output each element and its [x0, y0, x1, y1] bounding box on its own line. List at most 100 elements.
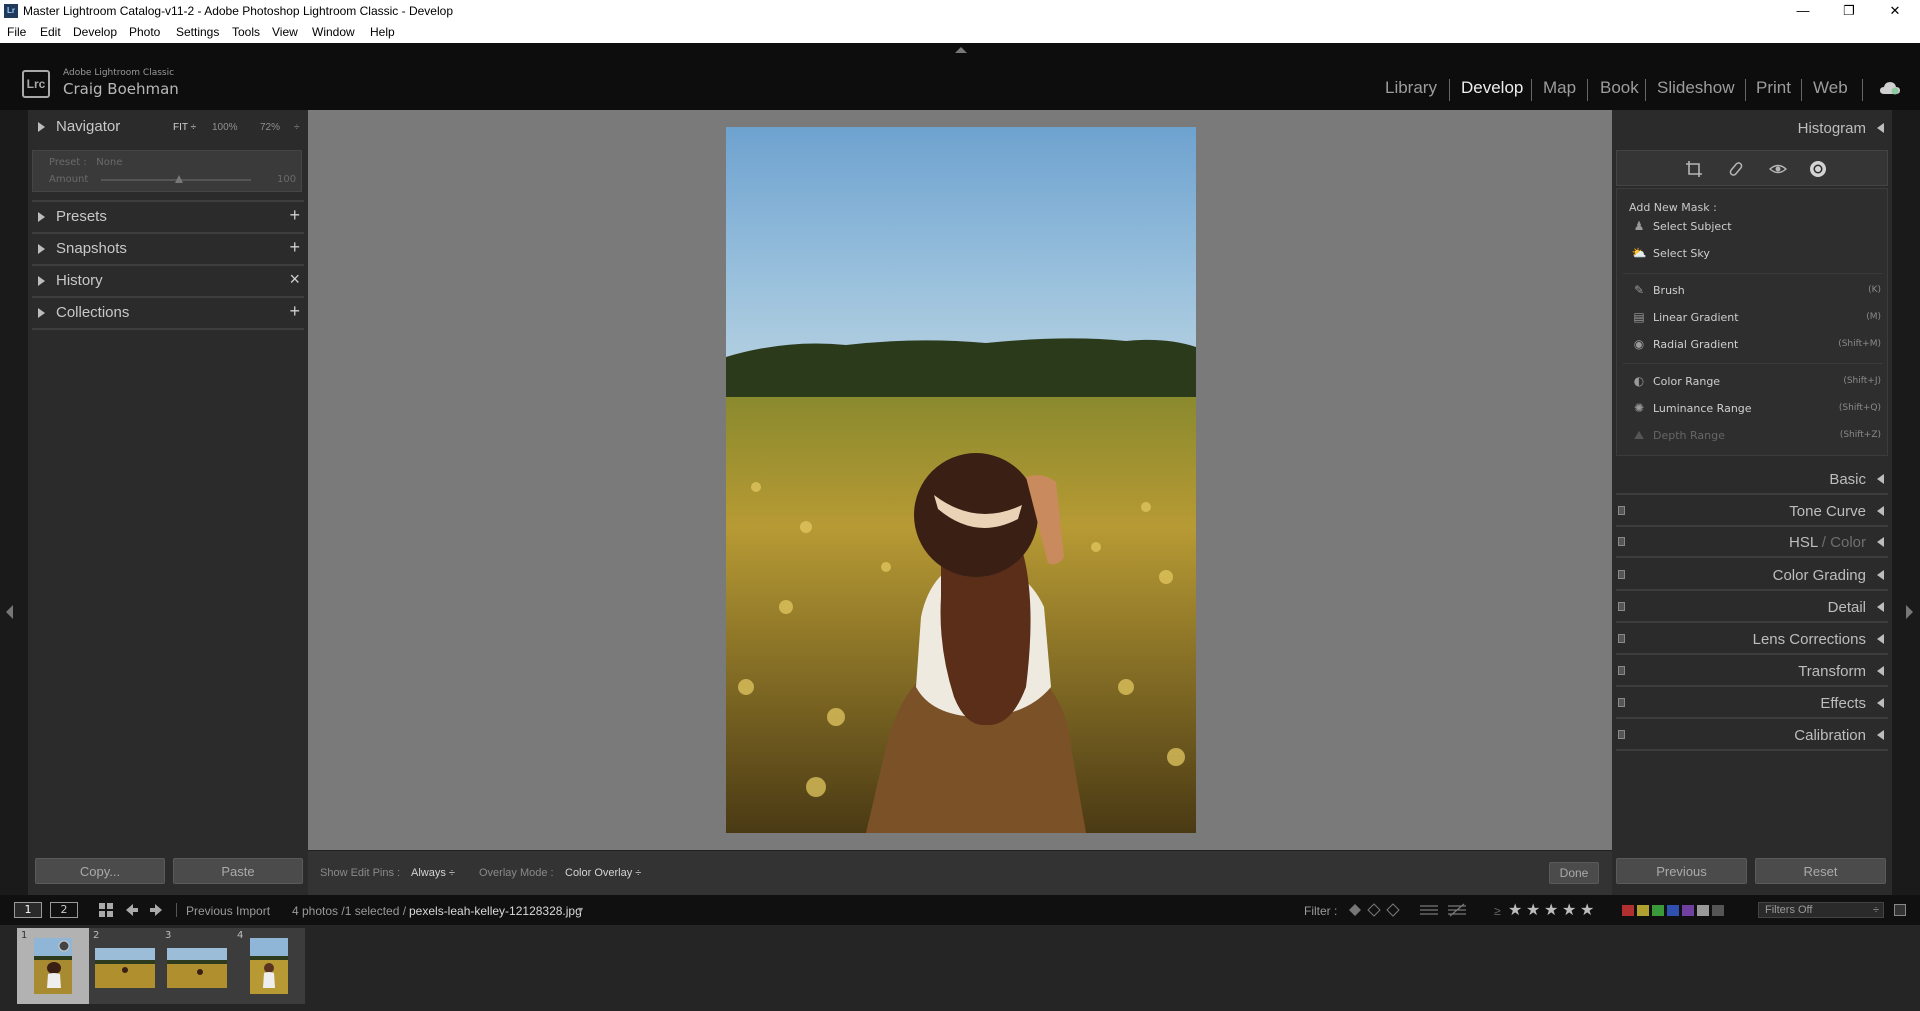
star-filter-4-icon[interactable]: ★ — [1562, 900, 1576, 919]
star-filter-1-icon[interactable]: ★ — [1508, 900, 1522, 919]
filename-dropdown-icon[interactable]: ▼ — [576, 905, 585, 915]
star-filter-2-icon[interactable]: ★ — [1526, 900, 1540, 919]
calibration-pane-header[interactable]: Calibration — [1612, 721, 1892, 749]
done-button[interactable]: Done — [1549, 862, 1599, 884]
flag-filter-icons[interactable] — [1348, 903, 1406, 917]
secondary-screen-button[interactable]: 2 — [50, 902, 78, 918]
pane-toggle-switch[interactable] — [1618, 602, 1625, 611]
module-book[interactable]: Book — [1600, 78, 1639, 98]
collapse-right-panel-arrow-icon[interactable] — [1906, 605, 1913, 619]
module-library[interactable]: Library — [1385, 78, 1437, 98]
menu-window[interactable]: Window — [312, 25, 355, 39]
main-photo-preview[interactable] — [726, 127, 1196, 833]
pane-toggle-switch[interactable] — [1618, 537, 1625, 546]
effects-pane-header[interactable]: Effects — [1612, 689, 1892, 717]
color-label-swatch[interactable] — [1652, 905, 1664, 916]
color-label-swatch[interactable] — [1682, 905, 1694, 916]
mask-luminance-range[interactable]: ✺ Luminance Range (Shift+Q) — [1631, 400, 1881, 418]
clear-history-icon[interactable]: × — [289, 269, 300, 290]
paste-settings-button[interactable]: Paste — [173, 858, 303, 884]
transform-pane-header[interactable]: Transform — [1612, 657, 1892, 685]
color-label-swatch[interactable] — [1697, 905, 1709, 916]
pane-toggle-switch[interactable] — [1618, 666, 1625, 675]
previous-button[interactable]: Previous — [1616, 858, 1747, 884]
maximize-button[interactable]: ❐ — [1826, 0, 1872, 22]
snapshots-header[interactable]: Snapshots + — [28, 234, 308, 264]
overlay-mode-select[interactable]: Color Overlay ÷ — [565, 867, 641, 879]
pane-toggle-switch[interactable] — [1618, 730, 1625, 739]
menu-settings[interactable]: Settings — [176, 25, 219, 39]
thumbnail-image[interactable] — [95, 948, 155, 988]
main-screen-button[interactable]: 1 — [14, 902, 42, 918]
menu-develop[interactable]: Develop — [73, 25, 117, 39]
grid-view-icon[interactable] — [99, 903, 113, 917]
module-develop[interactable]: Develop — [1461, 78, 1523, 98]
detail-pane-header[interactable]: Detail — [1612, 593, 1892, 621]
thumbnail-image[interactable] — [250, 938, 288, 994]
filmstrip-cell[interactable]: 2 — [89, 928, 161, 1004]
lens-corrections-pane-header[interactable]: Lens Corrections — [1612, 625, 1892, 653]
collapse-left-panel-arrow-icon[interactable] — [6, 605, 13, 619]
menu-edit[interactable]: Edit — [40, 25, 61, 39]
image-canvas[interactable] — [308, 110, 1612, 850]
menu-file[interactable]: File — [7, 25, 26, 39]
mask-select-subject[interactable]: ♟ Select Subject — [1631, 218, 1881, 236]
healing-tool-icon[interactable] — [1727, 160, 1745, 178]
module-print[interactable]: Print — [1756, 78, 1791, 98]
edit-filter-icons[interactable] — [1420, 903, 1468, 917]
show-edit-pins-select[interactable]: Always ÷ — [411, 867, 455, 879]
source-label[interactable]: Previous Import — [186, 904, 270, 918]
previous-photo-arrow-icon[interactable] — [125, 903, 139, 917]
color-label-swatch[interactable] — [1637, 905, 1649, 916]
minimize-button[interactable]: — — [1780, 0, 1826, 22]
module-slideshow[interactable]: Slideshow — [1657, 78, 1735, 98]
color-label-swatch[interactable] — [1712, 905, 1724, 916]
masking-tool-icon[interactable] — [1809, 160, 1827, 178]
color-label-swatch[interactable] — [1667, 905, 1679, 916]
mask-radial-gradient[interactable]: ◉ Radial Gradient (Shift+M) — [1631, 336, 1881, 354]
amount-slider-knob[interactable] — [175, 175, 183, 183]
menu-help[interactable]: Help — [370, 25, 395, 39]
filmstrip-cell[interactable]: 1 — [17, 928, 89, 1004]
filmstrip-lock-icon[interactable] — [1894, 904, 1906, 916]
mask-brush[interactable]: ✎ Brush (K) — [1631, 282, 1881, 300]
color-label-swatch[interactable] — [1622, 905, 1634, 916]
collapse-top-panel-arrow-icon[interactable] — [955, 47, 967, 53]
history-header[interactable]: History × — [28, 266, 308, 296]
next-photo-arrow-icon[interactable] — [149, 903, 163, 917]
basic-pane-header[interactable]: Basic — [1612, 465, 1892, 493]
module-map[interactable]: Map — [1543, 78, 1576, 98]
red-eye-tool-icon[interactable] — [1769, 160, 1787, 178]
hsl-color-pane-header[interactable]: HSL / Color — [1612, 528, 1892, 556]
mask-color-range[interactable]: ◐ Color Range (Shift+J) — [1631, 373, 1881, 391]
thumbnail-image[interactable] — [34, 938, 72, 994]
close-window-button[interactable]: ✕ — [1872, 0, 1918, 22]
pane-toggle-switch[interactable] — [1618, 570, 1625, 579]
tone-curve-pane-header[interactable]: Tone Curve — [1612, 497, 1892, 525]
pane-toggle-switch[interactable] — [1618, 698, 1625, 707]
rating-comparison-icon[interactable]: ≥ — [1494, 904, 1501, 918]
filmstrip-cell[interactable]: 4 — [233, 928, 305, 1004]
reset-button[interactable]: Reset — [1755, 858, 1886, 884]
cloud-sync-icon[interactable] — [1880, 81, 1900, 95]
mask-select-sky[interactable]: ⛅ Select Sky — [1631, 245, 1881, 263]
filter-preset-select[interactable]: Filters Off ÷ — [1758, 902, 1884, 918]
add-collection-icon[interactable]: + — [289, 301, 300, 322]
histogram-header[interactable]: Histogram — [1612, 114, 1892, 142]
thumbnail-image[interactable] — [167, 948, 227, 988]
module-web[interactable]: Web — [1813, 78, 1848, 98]
menu-view[interactable]: View — [272, 25, 298, 39]
zoom-72[interactable]: 72% — [260, 122, 280, 133]
copy-settings-button[interactable]: Copy... — [35, 858, 165, 884]
color-grading-pane-header[interactable]: Color Grading — [1612, 561, 1892, 589]
zoom-100[interactable]: 100% — [212, 122, 238, 133]
navigator-header[interactable]: Navigator FIT ÷ 100% 72% ÷ — [28, 112, 308, 142]
crop-tool-icon[interactable] — [1685, 160, 1703, 178]
add-snapshot-icon[interactable]: + — [289, 237, 300, 258]
presets-header[interactable]: Presets + — [28, 202, 308, 232]
menu-tools[interactable]: Tools — [232, 25, 260, 39]
color-tab[interactable]: / Color — [1818, 534, 1866, 551]
selected-filename[interactable]: pexels-leah-kelley-12128328.jpg — [409, 904, 582, 918]
hsl-tab[interactable]: HSL — [1789, 534, 1818, 551]
zoom-more[interactable]: ÷ — [294, 122, 300, 133]
